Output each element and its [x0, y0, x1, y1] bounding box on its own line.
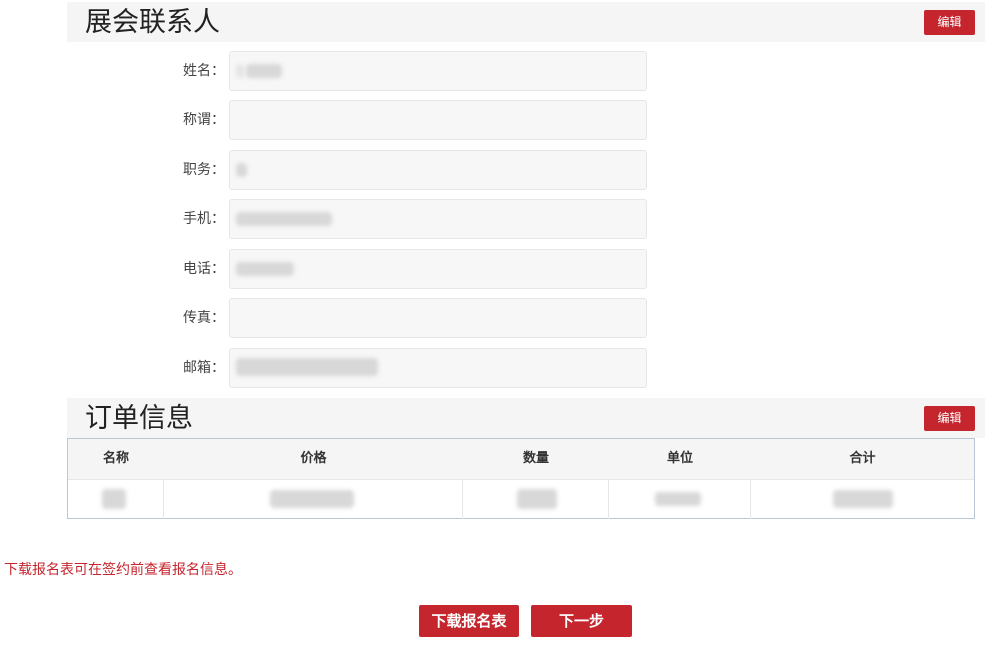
redacted-value: [236, 163, 247, 177]
download-note: 下载报名表可在签约前查看报名信息。: [4, 562, 242, 578]
form-row-fax: 传真：: [0, 298, 990, 338]
next-step-button[interactable]: 下一步: [531, 605, 632, 637]
fax-label: 传真：: [183, 310, 225, 326]
column-header-price: 价格: [300, 451, 327, 466]
mobile-label: 手机：: [183, 211, 225, 227]
order-table-header: 名称 价格 数量 单位 合计: [68, 439, 974, 479]
table-cell-price: [164, 480, 463, 519]
redacted-value: [102, 489, 126, 509]
phone-field[interactable]: [229, 249, 647, 289]
order-edit-button[interactable]: 编辑: [924, 406, 975, 431]
name-label: 姓名：: [183, 63, 225, 79]
page: 展会联系人 编辑 姓名： 称谓： 职务： 手机： 电话： 传真： 邮箱： 订单信…: [0, 0, 990, 654]
email-field[interactable]: [229, 348, 647, 388]
table-cell-unit: [609, 480, 751, 519]
position-field[interactable]: [229, 150, 647, 190]
column-header-quantity: 数量: [522, 451, 549, 466]
salutation-label: 称谓：: [183, 112, 225, 128]
redacted-value: [236, 212, 332, 226]
form-row-mobile: 手机：: [0, 199, 990, 239]
redacted-value: [270, 490, 354, 508]
table-row: [68, 479, 974, 519]
download-form-button[interactable]: 下载报名表: [419, 605, 519, 637]
contact-section-title: 展会联系人: [85, 7, 220, 38]
order-section-title: 订单信息: [85, 403, 193, 434]
redacted-value: [236, 262, 294, 276]
form-row-phone: 电话：: [0, 249, 990, 289]
redacted-value: [833, 490, 893, 508]
redacted-value: [517, 489, 557, 509]
email-label: 邮箱：: [183, 360, 225, 376]
table-cell-name: [68, 480, 164, 519]
salutation-field[interactable]: [229, 100, 647, 140]
table-cell-quantity: [463, 480, 609, 519]
name-field[interactable]: [229, 51, 647, 91]
form-row-position: 职务：: [0, 150, 990, 190]
redacted-value: [236, 64, 244, 78]
position-label: 职务：: [183, 162, 225, 178]
phone-label: 电话：: [183, 261, 225, 277]
contact-edit-button[interactable]: 编辑: [924, 10, 975, 35]
form-row-email: 邮箱：: [0, 348, 990, 388]
column-header-unit: 单位: [666, 451, 693, 466]
column-header-total: 合计: [849, 451, 876, 466]
column-header-name: 名称: [102, 451, 129, 466]
form-row-salutation: 称谓：: [0, 100, 990, 140]
redacted-value: [236, 358, 378, 376]
table-cell-total: [751, 480, 974, 519]
form-row-name: 姓名：: [0, 51, 990, 91]
redacted-value: [655, 492, 701, 506]
contact-section-header: 展会联系人 编辑: [67, 2, 985, 42]
redacted-value: [246, 64, 282, 78]
order-table: 名称 价格 数量 单位 合计: [67, 438, 975, 519]
fax-field[interactable]: [229, 298, 647, 338]
order-section-header: 订单信息 编辑: [67, 398, 985, 438]
mobile-field[interactable]: [229, 199, 647, 239]
